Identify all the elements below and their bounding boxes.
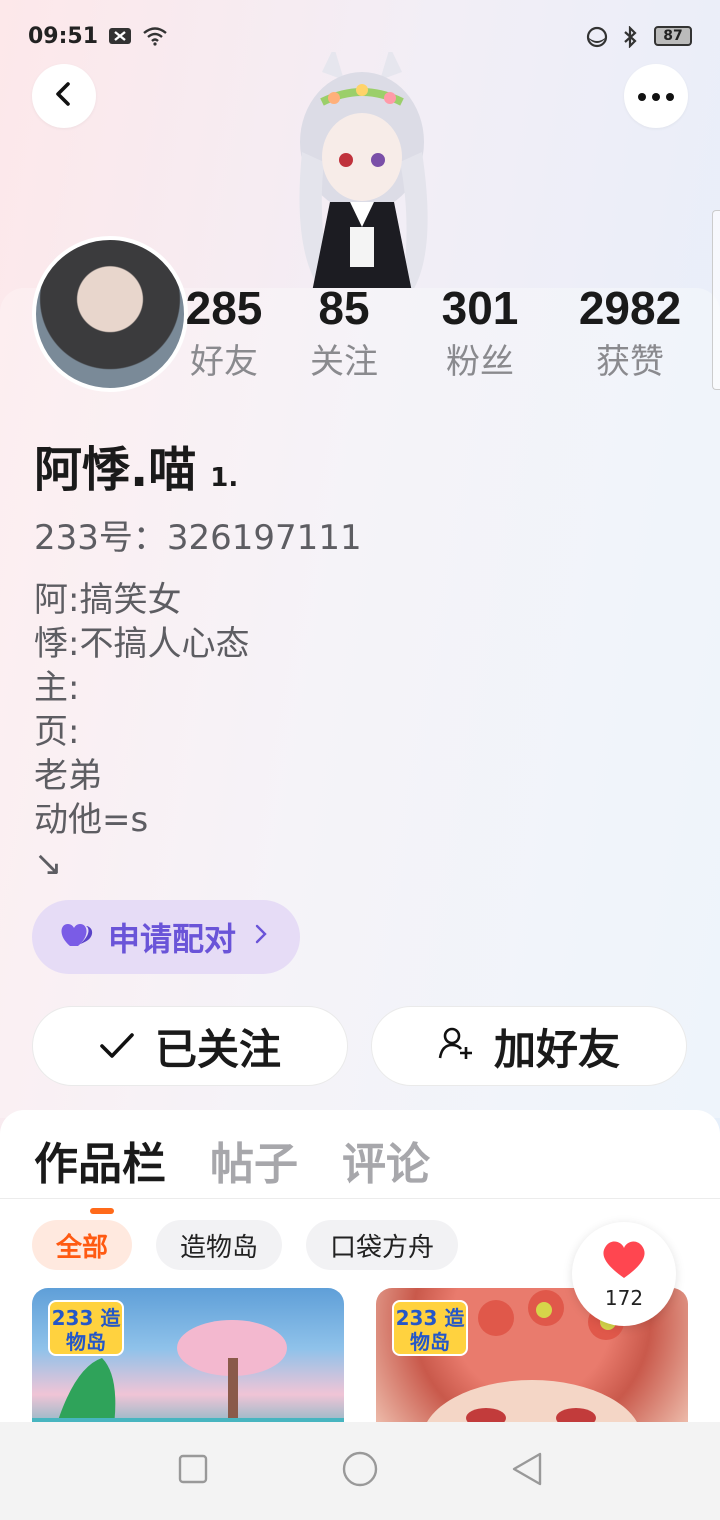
stat-label: 粉丝: [446, 342, 514, 382]
chevron-right-icon: [254, 923, 268, 951]
level-badge: 1.: [210, 463, 239, 493]
wifi-icon: [142, 26, 167, 46]
data-saver-icon: [586, 26, 610, 48]
triangle-back-icon: [510, 1451, 544, 1491]
add-friend-button[interactable]: 加好友: [371, 1006, 687, 1086]
double-heart-icon: [60, 918, 94, 956]
stat-friends[interactable]: 285 好友: [154, 282, 294, 384]
bio: 阿:搞笑女 悸:不搞人心态 主: 页: 老弟 动他=s ↘: [34, 578, 249, 886]
stat-label: 关注: [310, 342, 378, 382]
chip-creation-island[interactable]: 造物岛: [156, 1220, 283, 1270]
username-text: 阿悸.喵: [34, 442, 197, 498]
pair-request-button[interactable]: 申请配对: [32, 900, 300, 974]
stat-value: 301: [441, 282, 519, 334]
tab-active-indicator: [90, 1208, 114, 1214]
username: 阿悸.喵 1.: [34, 430, 238, 500]
tab-posts[interactable]: 帖子: [210, 1128, 298, 1192]
bio-line: 阿:搞笑女: [34, 580, 182, 620]
user-id: 233号：326197111: [34, 518, 362, 558]
stat-label: 获赞: [596, 342, 664, 382]
back-nav-button[interactable]: [507, 1451, 547, 1491]
status-right: 87: [586, 25, 692, 49]
circle-icon: [341, 1450, 379, 1492]
chip-pocket-ark[interactable]: 口袋方舟: [306, 1220, 459, 1270]
like-float-button[interactable]: 172: [572, 1222, 676, 1326]
square-icon: [177, 1453, 209, 1489]
stat-value: 85: [318, 282, 370, 334]
status-left: 09:51: [28, 23, 167, 49]
bio-line: 页:: [34, 712, 80, 752]
edge-drag-handle[interactable]: [712, 210, 720, 390]
add-user-icon: [438, 1022, 474, 1071]
add-friend-label: 加好友: [493, 1024, 620, 1074]
bio-line: 老弟: [34, 756, 102, 796]
heart-icon: [600, 1238, 648, 1284]
tab-label: 帖子: [210, 1139, 298, 1190]
stat-likes[interactable]: 2982 获赞: [560, 282, 700, 384]
bio-line: 动他=s: [34, 800, 149, 840]
stat-fans[interactable]: 301 粉丝: [410, 282, 550, 384]
back-button[interactable]: [32, 64, 96, 128]
followed-label: 已关注: [154, 1024, 281, 1074]
followed-button[interactable]: 已关注: [32, 1006, 348, 1086]
home-button[interactable]: [340, 1451, 380, 1491]
recent-apps-button[interactable]: [173, 1451, 213, 1491]
profile-page: 09:51 87 285 好友 85 关注 301 粉丝 2982 获赞 阿悸.…: [0, 0, 720, 1520]
content-tabs: 作品栏 帖子 评论: [34, 1128, 430, 1214]
tab-label: 作品栏: [34, 1139, 166, 1190]
more-dots-icon: [636, 87, 676, 106]
bluetooth-icon: [620, 25, 644, 49]
bio-line: ↘: [34, 844, 63, 884]
stat-following[interactable]: 85 关注: [274, 282, 414, 384]
avatar-figure-image: [262, 47, 462, 292]
check-icon: [99, 1022, 135, 1071]
notification-close-icon: [108, 26, 132, 46]
tab-label: 评论: [342, 1139, 430, 1190]
chip-all[interactable]: 全部: [32, 1220, 133, 1270]
divider: [0, 1198, 720, 1199]
system-nav-bar: [0, 1422, 720, 1520]
pair-request-label: 申请配对: [108, 920, 237, 958]
tab-works[interactable]: 作品栏: [34, 1128, 166, 1214]
chevron-left-icon: [50, 80, 78, 112]
more-options-button[interactable]: [624, 64, 688, 128]
status-time: 09:51: [28, 23, 99, 49]
tab-comments[interactable]: 评论: [342, 1128, 430, 1192]
work-thumbnail[interactable]: 233 造物岛: [32, 1288, 344, 1440]
bio-line: 悸:不搞人心态: [34, 624, 250, 664]
battery-indicator: 87: [654, 26, 692, 46]
filter-chips: 全部 造物岛 口袋方舟: [32, 1220, 459, 1270]
like-count: 172: [604, 1286, 644, 1310]
profile-stats: 285 好友 85 关注 301 粉丝 2982 获赞: [170, 282, 710, 392]
bio-line: 主:: [34, 668, 80, 708]
stat-label: 好友: [190, 342, 258, 382]
stat-value: 2982: [578, 282, 682, 334]
stat-value: 285: [185, 282, 263, 334]
